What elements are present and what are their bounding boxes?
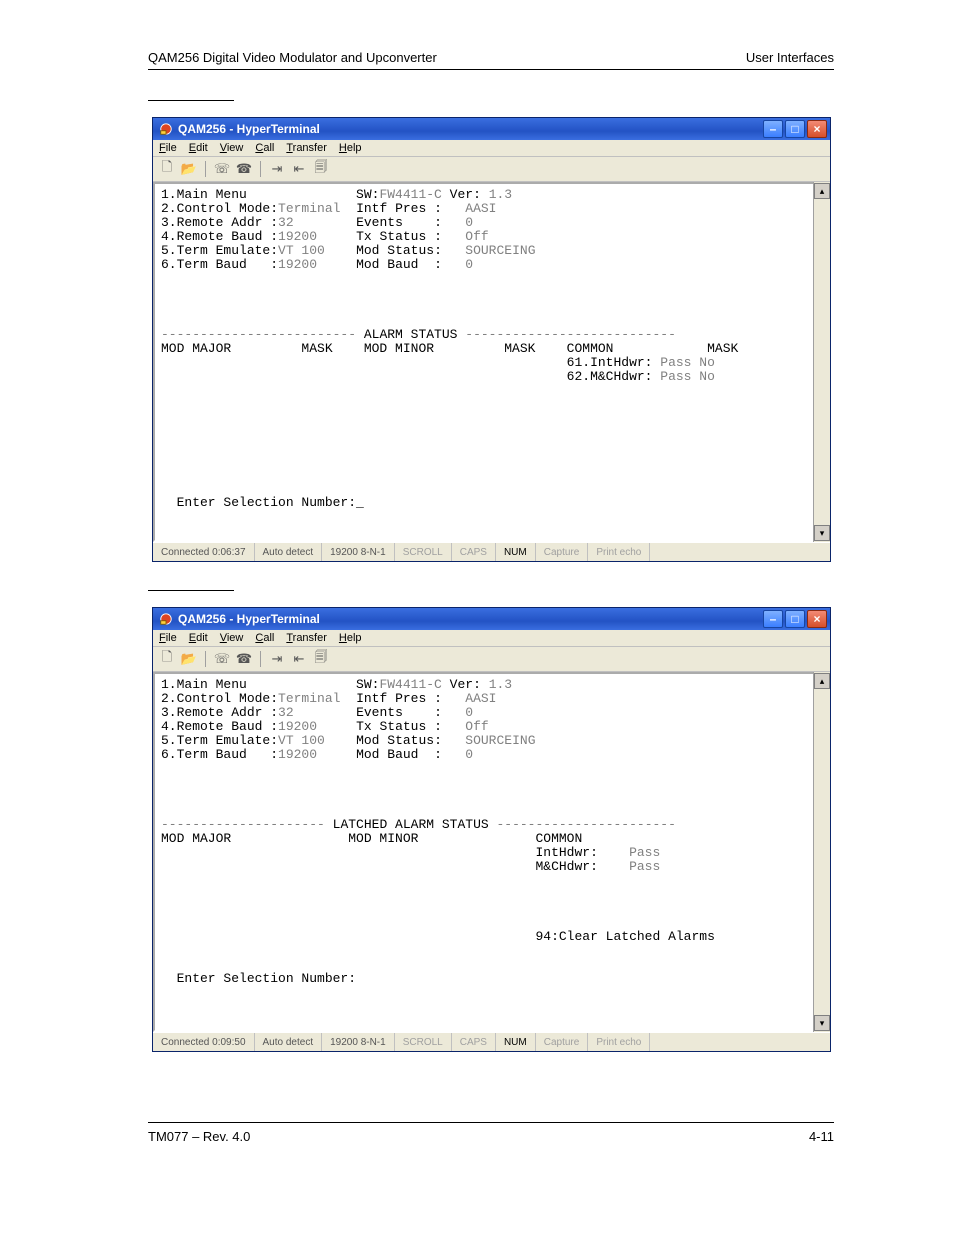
status-connected: Connected 0:06:37 — [153, 543, 255, 561]
status-connected: Connected 0:09:50 — [153, 1033, 255, 1051]
title-bar[interactable]: QAM256 - HyperTerminal – □ × — [153, 608, 830, 630]
properties-icon[interactable]: 🗐 — [313, 161, 329, 177]
status-capture: Capture — [536, 543, 589, 561]
menu-call[interactable]: Call — [255, 632, 274, 644]
open-icon[interactable]: 📂 — [181, 651, 197, 667]
receive-icon[interactable]: ⇤ — [291, 651, 307, 667]
status-baud: 19200 8-N-1 — [322, 543, 395, 561]
page-footer: TM077 – Rev. 4.0 4-11 — [148, 1123, 834, 1144]
status-bar: Connected 0:09:50 Auto detect 19200 8-N-… — [153, 1032, 830, 1051]
window-title: QAM256 - HyperTerminal — [178, 122, 320, 136]
status-echo: Print echo — [588, 543, 650, 561]
app-icon — [159, 612, 173, 626]
close-button[interactable]: × — [807, 610, 827, 628]
properties-icon[interactable]: 🗐 — [313, 651, 329, 667]
status-scroll: SCROLL — [395, 543, 452, 561]
status-autodetect: Auto detect — [255, 543, 323, 561]
menu-file[interactable]: File — [159, 142, 177, 154]
menu-call[interactable]: Call — [255, 142, 274, 154]
terminal-area[interactable]: 1.Main Menu SW:FW4411-C Ver: 1.3 2.Contr… — [153, 672, 813, 1032]
caption-rule-1 — [148, 100, 234, 101]
page-header: QAM256 Digital Video Modulator and Upcon… — [148, 50, 834, 70]
title-bar[interactable]: QAM256 - HyperTerminal – □ × — [153, 118, 830, 140]
send-icon[interactable]: ⇥ — [269, 651, 285, 667]
send-icon[interactable]: ⇥ — [269, 161, 285, 177]
menu-help[interactable]: Help — [339, 632, 362, 644]
vertical-scrollbar[interactable]: ▴ ▾ — [813, 672, 830, 1032]
new-icon[interactable]: 🗋 — [159, 651, 175, 667]
menu-help[interactable]: Help — [339, 142, 362, 154]
menu-bar: File Edit View Call Transfer Help — [153, 140, 830, 157]
call-icon[interactable]: ☏ — [214, 651, 230, 667]
menu-transfer[interactable]: Transfer — [286, 142, 327, 154]
status-caps: CAPS — [452, 543, 496, 561]
menu-bar: File Edit View Call Transfer Help — [153, 630, 830, 647]
status-scroll: SCROLL — [395, 1033, 452, 1051]
menu-transfer[interactable]: Transfer — [286, 632, 327, 644]
menu-file[interactable]: File — [159, 632, 177, 644]
menu-edit[interactable]: Edit — [189, 632, 208, 644]
maximize-button[interactable]: □ — [785, 120, 805, 138]
vertical-scrollbar[interactable]: ▴ ▾ — [813, 182, 830, 542]
header-right: User Interfaces — [746, 50, 834, 65]
screenshot-window-1: QAM256 - HyperTerminal – □ × File Edit V… — [152, 117, 831, 562]
status-baud: 19200 8-N-1 — [322, 1033, 395, 1051]
scroll-up-icon[interactable]: ▴ — [814, 673, 830, 689]
call-icon[interactable]: ☏ — [214, 161, 230, 177]
status-echo: Print echo — [588, 1033, 650, 1051]
menu-view[interactable]: View — [220, 142, 244, 154]
close-button[interactable]: × — [807, 120, 827, 138]
toolbar: 🗋 📂 ☏ ☎ ⇥ ⇤ 🗐 — [153, 157, 830, 182]
screenshot-window-2: QAM256 - HyperTerminal – □ × File Edit V… — [152, 607, 831, 1052]
caption-rule-2 — [148, 590, 234, 591]
minimize-button[interactable]: – — [763, 610, 783, 628]
window-title: QAM256 - HyperTerminal — [178, 612, 320, 626]
hangup-icon[interactable]: ☎ — [236, 161, 252, 177]
maximize-button[interactable]: □ — [785, 610, 805, 628]
hangup-icon[interactable]: ☎ — [236, 651, 252, 667]
status-num: NUM — [496, 543, 536, 561]
new-icon[interactable]: 🗋 — [159, 161, 175, 177]
status-autodetect: Auto detect — [255, 1033, 323, 1051]
minimize-button[interactable]: – — [763, 120, 783, 138]
header-left: QAM256 Digital Video Modulator and Upcon… — [148, 50, 437, 65]
menu-edit[interactable]: Edit — [189, 142, 208, 154]
status-bar: Connected 0:06:37 Auto detect 19200 8-N-… — [153, 542, 830, 561]
status-capture: Capture — [536, 1033, 589, 1051]
app-icon — [159, 122, 173, 136]
footer-left: TM077 – Rev. 4.0 — [148, 1129, 250, 1144]
scroll-down-icon[interactable]: ▾ — [814, 1015, 830, 1031]
footer-right: 4-11 — [809, 1129, 834, 1144]
toolbar: 🗋 📂 ☏ ☎ ⇥ ⇤ 🗐 — [153, 647, 830, 672]
receive-icon[interactable]: ⇤ — [291, 161, 307, 177]
status-num: NUM — [496, 1033, 536, 1051]
scroll-up-icon[interactable]: ▴ — [814, 183, 830, 199]
menu-view[interactable]: View — [220, 632, 244, 644]
scroll-down-icon[interactable]: ▾ — [814, 525, 830, 541]
open-icon[interactable]: 📂 — [181, 161, 197, 177]
terminal-area[interactable]: 1.Main Menu SW:FW4411-C Ver: 1.3 2.Contr… — [153, 182, 813, 542]
status-caps: CAPS — [452, 1033, 496, 1051]
